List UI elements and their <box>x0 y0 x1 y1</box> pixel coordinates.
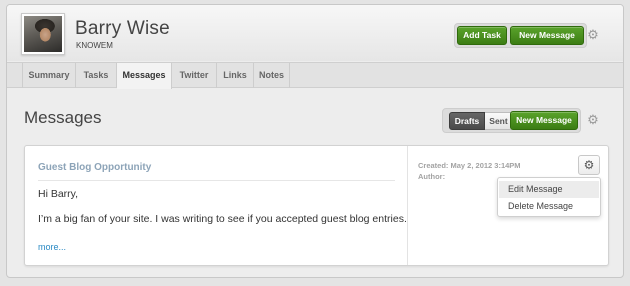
tab-links[interactable]: Links <box>217 63 254 88</box>
new-message-button[interactable]: New Message <box>510 111 578 130</box>
message-body: I’m a big fan of your site. I was writin… <box>38 213 407 225</box>
avatar <box>21 13 65 55</box>
subject-divider <box>38 180 395 181</box>
contact-name: Barry Wise <box>75 18 170 39</box>
tab-twitter[interactable]: Twitter <box>172 63 217 88</box>
add-task-button[interactable]: Add Task <box>457 26 507 45</box>
more-link[interactable]: more... <box>38 242 66 252</box>
new-message-header-button[interactable]: New Message <box>510 26 584 45</box>
contact-panel: Barry Wise KNOWEM Add Task New Message ⚙… <box>6 4 624 278</box>
contact-organization: KNOWEM <box>76 41 113 50</box>
tab-summary[interactable]: Summary <box>22 63 76 88</box>
tab-notes[interactable]: Notes <box>254 63 290 88</box>
message-author: Author: <box>418 172 446 181</box>
delete-message-item[interactable]: Delete Message <box>499 198 599 215</box>
avatar-photo <box>24 16 62 52</box>
tab-messages[interactable]: Messages <box>117 63 172 89</box>
message-subject[interactable]: Guest Blog Opportunity <box>38 162 151 173</box>
message-gear-icon[interactable]: ⚙ <box>578 155 600 175</box>
message-menu: Edit Message Delete Message <box>497 177 601 217</box>
sent-filter-button[interactable]: Sent <box>485 112 513 130</box>
message-greeting: Hi Barry, <box>38 188 79 200</box>
page-title: Messages <box>24 108 102 127</box>
gear-icon[interactable]: ⚙ <box>586 28 600 42</box>
card-divider <box>407 146 408 265</box>
message-card: Guest Blog Opportunity Hi Barry, I’m a b… <box>24 145 609 266</box>
message-created: Created: May 2, 2012 3:14PM <box>418 161 521 170</box>
edit-message-item[interactable]: Edit Message <box>499 181 599 198</box>
contact-tabs: Summary Tasks Messages Twitter Links Not… <box>7 62 623 89</box>
contact-header: Barry Wise KNOWEM Add Task New Message ⚙ <box>7 5 623 61</box>
tab-tasks[interactable]: Tasks <box>76 63 117 88</box>
section-gear-icon[interactable]: ⚙ <box>586 113 600 127</box>
drafts-filter-button[interactable]: Drafts <box>449 112 485 130</box>
